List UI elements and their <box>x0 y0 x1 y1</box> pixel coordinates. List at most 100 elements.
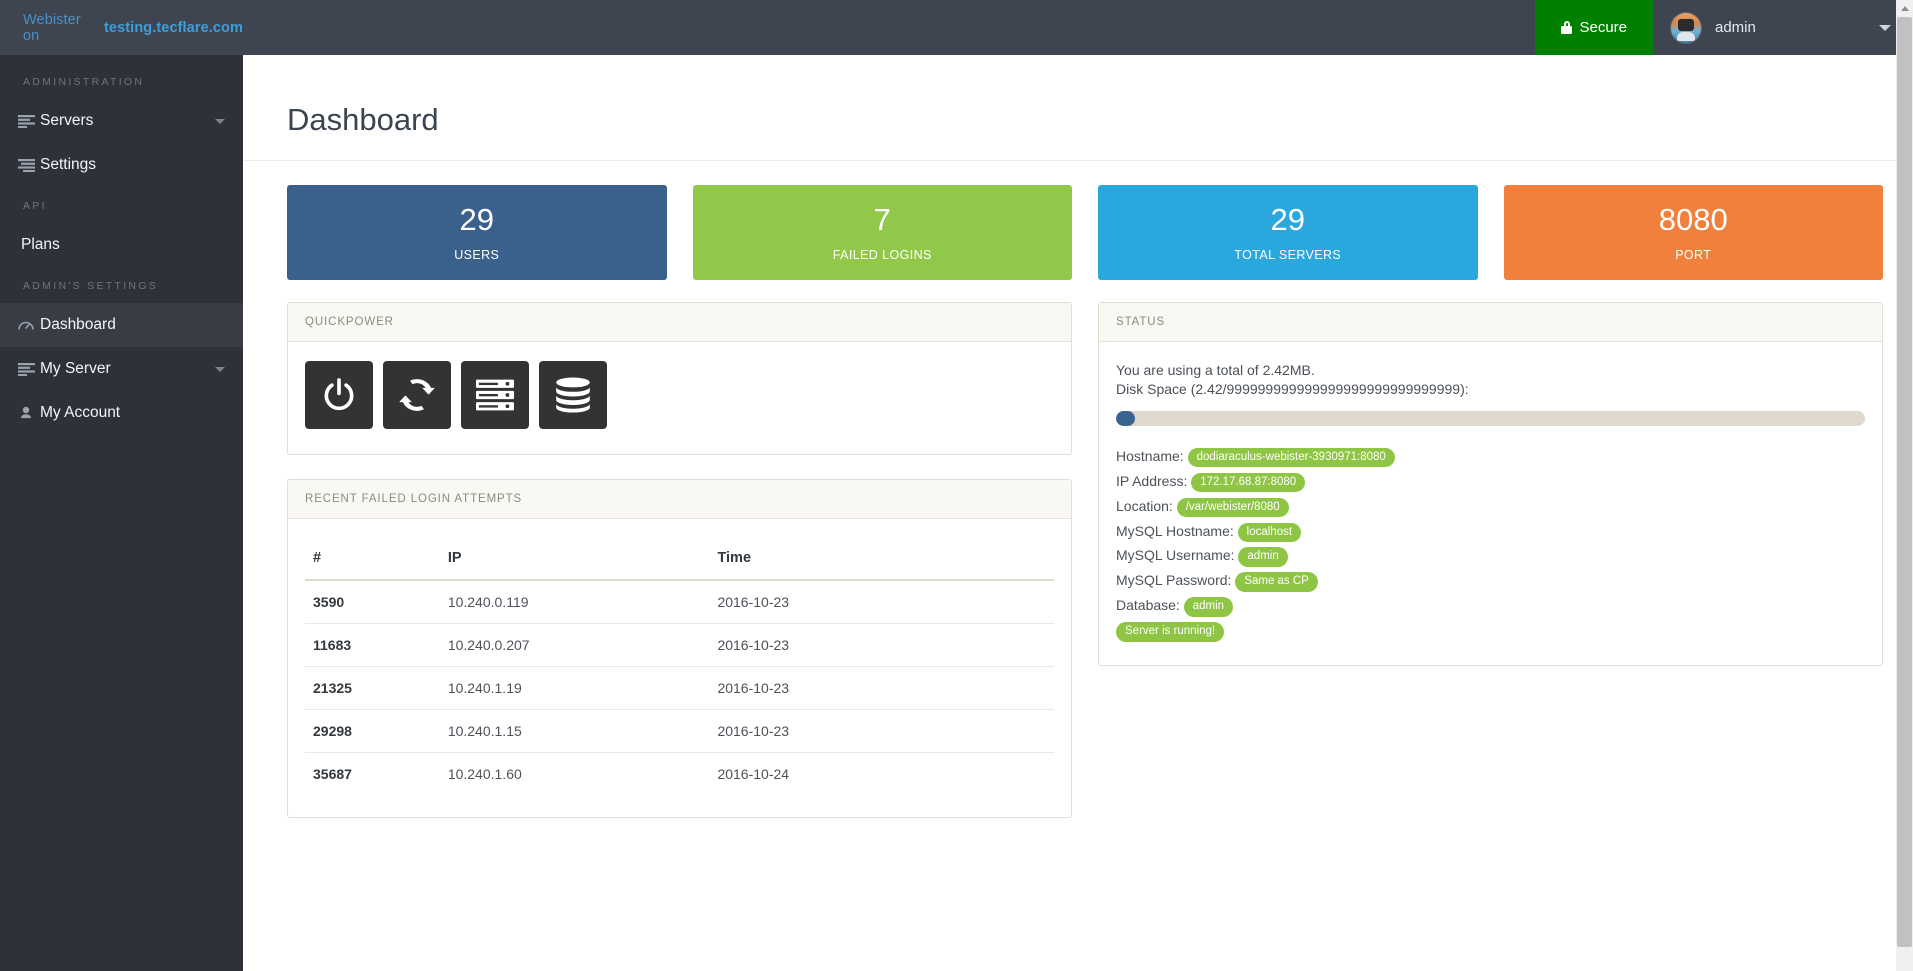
refresh-icon <box>398 376 436 414</box>
sidebar-item-my-server[interactable]: My Server <box>0 347 243 391</box>
field-label: Location: <box>1116 497 1173 514</box>
field-label: MySQL Password: <box>1116 572 1232 589</box>
server-button[interactable] <box>461 361 529 429</box>
power-button[interactable] <box>305 361 373 429</box>
server-list-icon <box>12 158 40 172</box>
brand-link[interactable]: Webister on testing.tecflare.com <box>0 0 243 55</box>
dashboard-icon <box>12 318 40 332</box>
quickpower-buttons <box>305 361 1054 429</box>
status-field-hostname: Hostname: dodiaraculus-webister-3930971:… <box>1116 444 1865 469</box>
sidebar-item-label: Servers <box>40 112 94 129</box>
quickpower-title: QUICKPOWER <box>288 303 1071 342</box>
status-badge: Same as CP <box>1235 572 1318 592</box>
status-fields: Hostname: dodiaraculus-webister-3930971:… <box>1116 444 1865 643</box>
cell-index: 35687 <box>305 752 440 795</box>
status-field-location: Location: /var/webister/8080 <box>1116 494 1865 519</box>
disk-progress-bar <box>1116 410 1865 426</box>
database-icon <box>554 377 592 413</box>
stat-label: PORT <box>1675 247 1712 262</box>
stat-card-users[interactable]: 29 USERS <box>287 185 667 280</box>
chevron-up-icon <box>1900 6 1909 11</box>
sidebar-item-dashboard[interactable]: Dashboard <box>0 303 243 347</box>
sidebar-item-label: Settings <box>40 156 97 173</box>
cell-time: 2016-10-23 <box>709 579 1054 624</box>
secure-label: Secure <box>1579 19 1627 36</box>
chevron-down-icon[interactable] <box>215 118 225 124</box>
sidebar-item-servers[interactable]: Servers <box>0 99 243 143</box>
status-title: STATUS <box>1099 303 1882 342</box>
column-header-time: Time <box>709 538 1054 581</box>
body-wrapper: ADMINISTRATION Servers Settings API Plan… <box>0 55 1913 971</box>
failed-logins-table: # IP Time 3590 10.240.0.119 2016-10-23 1… <box>305 538 1054 795</box>
restart-button[interactable] <box>383 361 451 429</box>
table-row: 29298 10.240.1.15 2016-10-23 <box>305 709 1054 753</box>
cell-time: 2016-10-23 <box>709 666 1054 710</box>
field-label: IP Address: <box>1116 472 1188 489</box>
right-column: STATUS You are using a total of 2.42MB. … <box>1098 302 1883 690</box>
failed-logins-body: # IP Time 3590 10.240.0.119 2016-10-23 1… <box>288 519 1071 817</box>
cell-time: 2016-10-23 <box>709 623 1054 667</box>
lock-icon <box>1561 21 1573 34</box>
cell-ip: 10.240.0.207 <box>439 623 710 667</box>
scroll-up-button[interactable] <box>1896 0 1913 17</box>
scrollbar-thumb[interactable] <box>1897 17 1912 947</box>
chevron-down-icon[interactable] <box>215 366 225 372</box>
sidebar-item-my-account[interactable]: My Account <box>0 391 243 435</box>
stat-card-failed-logins[interactable]: 7 FAILED LOGINS <box>692 185 1072 280</box>
status-field-server-running: Server is running! <box>1116 618 1865 643</box>
status-body: You are using a total of 2.42MB. Disk Sp… <box>1099 342 1882 665</box>
sidebar-group-admins-settings: ADMIN'S SETTINGS <box>23 280 159 292</box>
cell-index: 11683 <box>305 623 440 667</box>
cell-time: 2016-10-24 <box>709 752 1054 795</box>
sidebar: ADMINISTRATION Servers Settings API Plan… <box>0 55 243 971</box>
disk-space-label: Disk Space (2.42/99999999999999999999999… <box>1116 380 1469 397</box>
table-row: 11683 10.240.0.207 2016-10-23 <box>305 623 1054 667</box>
sidebar-item-label: Plans <box>21 236 60 253</box>
sidebar-item-plans[interactable]: Plans <box>0 223 243 267</box>
field-label: Hostname: <box>1116 447 1184 464</box>
user-name: admin <box>1715 19 1756 36</box>
cell-ip: 10.240.0.119 <box>439 579 710 624</box>
sidebar-group-administration: ADMINISTRATION <box>23 76 145 88</box>
status-field-mysql-hostname: MySQL Hostname: localhost <box>1116 519 1865 544</box>
status-badge: admin <box>1183 597 1234 617</box>
stat-value: 29 <box>459 201 494 237</box>
usage-text: You are using a total of 2.42MB. <box>1116 362 1315 378</box>
stat-card-port[interactable]: 8080 PORT <box>1503 185 1883 280</box>
sidebar-item-settings[interactable]: Settings <box>0 143 243 187</box>
stat-value: 7 <box>873 201 891 237</box>
cell-time: 2016-10-23 <box>709 709 1054 753</box>
table-row: 35687 10.240.1.60 2016-10-24 <box>305 752 1054 795</box>
failed-logins-title: RECENT FAILED LOGIN ATTEMPTS <box>288 480 1071 519</box>
field-label: Database: <box>1116 597 1180 614</box>
table-row: 3590 10.240.0.119 2016-10-23 <box>305 579 1054 624</box>
stat-value: 29 <box>1270 201 1305 237</box>
page-scrollbar[interactable] <box>1896 0 1913 971</box>
cell-index: 29298 <box>305 709 440 753</box>
server-list-icon <box>12 362 40 376</box>
page-title: Dashboard <box>243 55 1898 161</box>
field-label: MySQL Username: <box>1116 547 1235 564</box>
status-badge: /var/webister/8080 <box>1176 497 1289 517</box>
server-list-icon <box>12 114 40 128</box>
sidebar-group-api: API <box>23 200 47 212</box>
disk-progress-fill <box>1116 410 1135 426</box>
user-menu[interactable]: admin <box>1653 0 1913 55</box>
stat-card-total-servers[interactable]: 29 TOTAL SERVERS <box>1098 185 1478 280</box>
brand-domain: testing.tecflare.com <box>104 19 243 36</box>
panels-row: QUICKPOWER RECENT FAILED LOGIN ATTEMPTS … <box>243 280 1913 842</box>
failed-logins-panel: RECENT FAILED LOGIN ATTEMPTS # IP Time 3… <box>287 479 1072 818</box>
cell-ip: 10.240.1.60 <box>439 752 710 795</box>
status-field-database: Database: admin <box>1116 593 1865 618</box>
chevron-down-icon[interactable] <box>1879 24 1891 31</box>
column-header-index: # <box>305 538 440 581</box>
main-content: Dashboard 29 USERS 7 FAILED LOGINS 29 TO… <box>243 55 1913 971</box>
top-bar-spacer <box>243 0 1535 55</box>
secure-badge[interactable]: Secure <box>1535 0 1653 55</box>
server-running-badge: Server is running! <box>1116 622 1225 642</box>
table-row: 21325 10.240.1.19 2016-10-23 <box>305 666 1054 710</box>
status-badge: 172.17.68.87:8080 <box>1191 472 1306 493</box>
stat-cards: 29 USERS 7 FAILED LOGINS 29 TOTAL SERVER… <box>243 161 1913 280</box>
database-button[interactable] <box>539 361 607 429</box>
brand-prefix: Webister on <box>23 11 81 44</box>
